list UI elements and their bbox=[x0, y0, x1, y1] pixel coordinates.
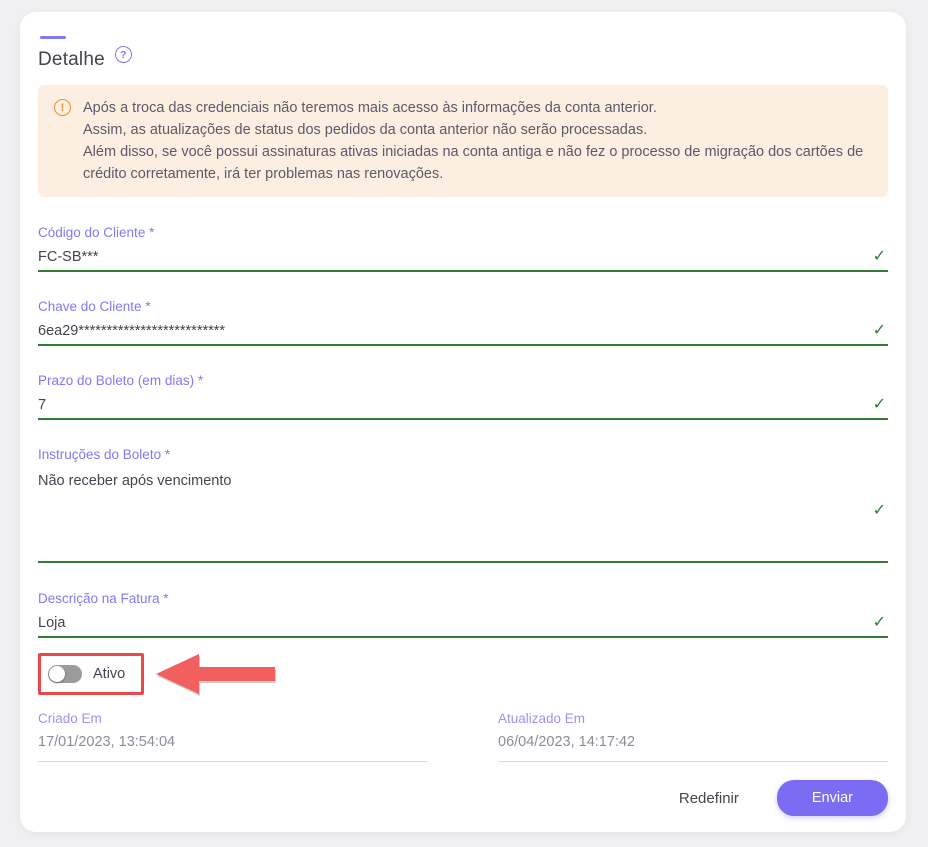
warning-line: Assim, as atualizações de status dos ped… bbox=[83, 119, 863, 141]
annotation-highlight-box: Ativo bbox=[38, 653, 144, 695]
instrucoes-boleto-input-wrap: Não receber após vencimento ✓ bbox=[38, 463, 888, 568]
warning-line: Após a troca das credenciais não teremos… bbox=[83, 97, 863, 119]
instrucoes-boleto-textarea[interactable]: Não receber após vencimento bbox=[38, 463, 888, 563]
prazo-boleto-input-wrap: ✓ bbox=[38, 389, 888, 420]
dates-section: Criado Em 17/01/2023, 13:54:04 Atualizad… bbox=[38, 710, 888, 762]
warning-alert: ! Após a troca das credenciais não terem… bbox=[38, 85, 888, 197]
field-chave-cliente: Chave do Cliente * ✓ bbox=[38, 298, 888, 346]
help-icon[interactable]: ? bbox=[115, 46, 132, 63]
field-instrucoes-boleto: Instruções do Boleto * Não receber após … bbox=[38, 446, 888, 568]
warning-line: Além disso, se você possui assinaturas a… bbox=[83, 141, 863, 163]
descricao-fatura-input[interactable] bbox=[38, 607, 888, 638]
warning-text: Após a troca das credenciais não teremos… bbox=[83, 97, 863, 185]
descricao-fatura-label: Descrição na Fatura * bbox=[38, 590, 888, 607]
codigo-cliente-label: Código do Cliente * bbox=[38, 224, 888, 241]
ativo-toggle[interactable] bbox=[48, 665, 82, 683]
footer-actions: Redefinir Enviar bbox=[38, 780, 888, 816]
header: Detalhe ? bbox=[38, 48, 888, 71]
criado-em-value: 17/01/2023, 13:54:04 bbox=[38, 727, 428, 762]
instrucoes-boleto-label: Instruções do Boleto * bbox=[38, 446, 888, 463]
field-codigo-cliente: Código do Cliente * ✓ bbox=[38, 224, 888, 272]
page-title: Detalhe bbox=[38, 48, 105, 71]
title-accent-dash bbox=[40, 36, 66, 39]
descricao-fatura-input-wrap: ✓ bbox=[38, 607, 888, 638]
atualizado-em-value: 06/04/2023, 14:17:42 bbox=[498, 727, 888, 762]
warning-line: crédito corretamente, irá ter problemas … bbox=[83, 163, 863, 185]
prazo-boleto-input[interactable] bbox=[38, 389, 888, 420]
codigo-cliente-input[interactable] bbox=[38, 241, 888, 272]
ativo-toggle-row: Ativo bbox=[38, 651, 888, 697]
warning-icon: ! bbox=[54, 99, 71, 116]
toggle-knob-icon bbox=[49, 666, 65, 682]
chave-cliente-input-wrap: ✓ bbox=[38, 315, 888, 346]
detail-card: Detalhe ? ! Após a troca das credenciais… bbox=[20, 12, 906, 832]
ativo-toggle-label: Ativo bbox=[93, 666, 125, 682]
field-prazo-boleto: Prazo do Boleto (em dias) * ✓ bbox=[38, 372, 888, 420]
atualizado-em-label: Atualizado Em bbox=[498, 710, 888, 727]
chave-cliente-input[interactable] bbox=[38, 315, 888, 346]
field-criado-em: Criado Em 17/01/2023, 13:54:04 bbox=[38, 710, 428, 762]
redefinir-button[interactable]: Redefinir bbox=[677, 784, 741, 813]
annotation-arrow-icon bbox=[153, 651, 275, 697]
field-descricao-fatura: Descrição na Fatura * ✓ bbox=[38, 590, 888, 638]
enviar-button[interactable]: Enviar bbox=[777, 780, 888, 816]
field-atualizado-em: Atualizado Em 06/04/2023, 14:17:42 bbox=[498, 710, 888, 762]
codigo-cliente-input-wrap: ✓ bbox=[38, 241, 888, 272]
chave-cliente-label: Chave do Cliente * bbox=[38, 298, 888, 315]
criado-em-label: Criado Em bbox=[38, 710, 428, 727]
prazo-boleto-label: Prazo do Boleto (em dias) * bbox=[38, 372, 888, 389]
